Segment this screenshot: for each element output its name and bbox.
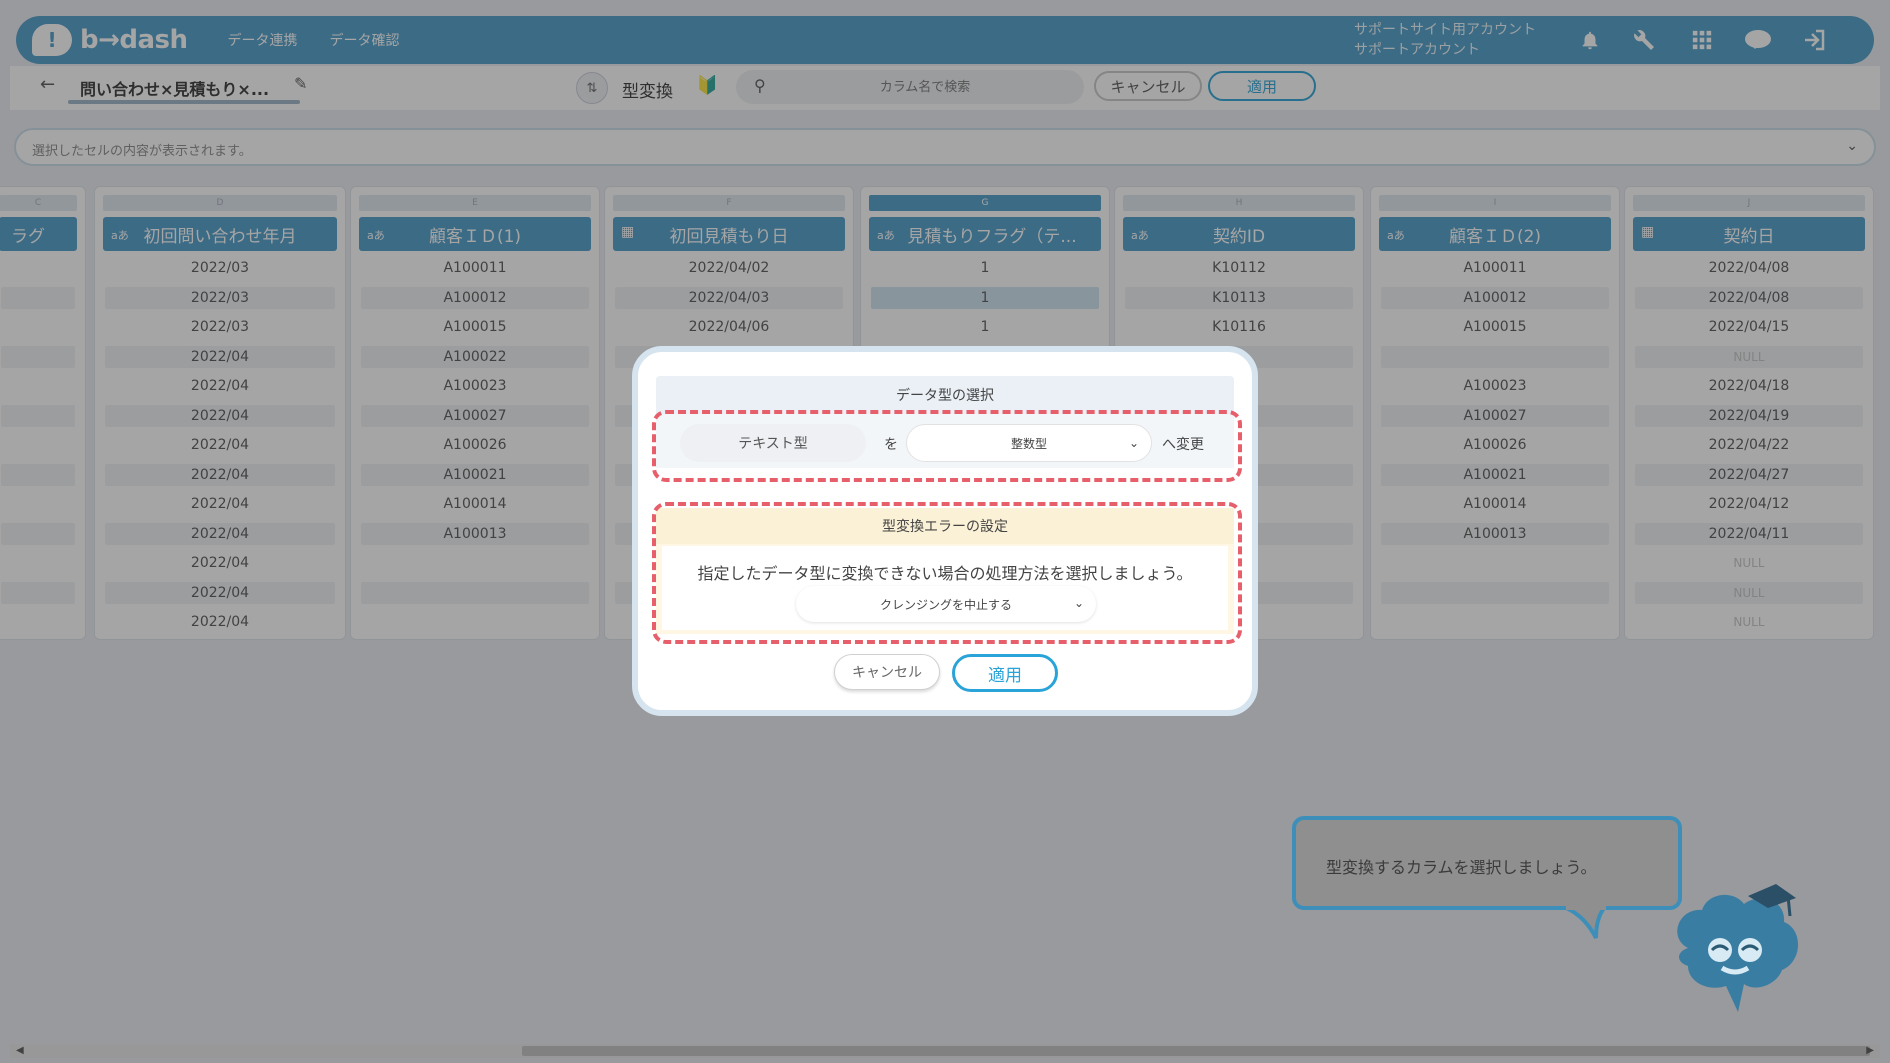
mascot-icon [1677, 884, 1799, 1012]
highlight-frame [652, 502, 1242, 644]
modal-title: データ型の選択 [656, 376, 1234, 414]
type-select-modal: データ型の選択 テキスト型 を 整数型 ⌄ へ変更 型変換エラーの設定 指定した… [632, 346, 1258, 716]
modal-cancel-button[interactable]: キャンセル [834, 654, 940, 690]
tip-tail-icon [1566, 906, 1606, 939]
highlight-frame [652, 410, 1242, 482]
tip-bubble: 型変換するカラムを選択しましょう。 [1292, 816, 1682, 939]
modal-apply-button[interactable]: 適用 [952, 654, 1058, 692]
tip-text: 型変換するカラムを選択しましょう。 [1326, 858, 1597, 877]
